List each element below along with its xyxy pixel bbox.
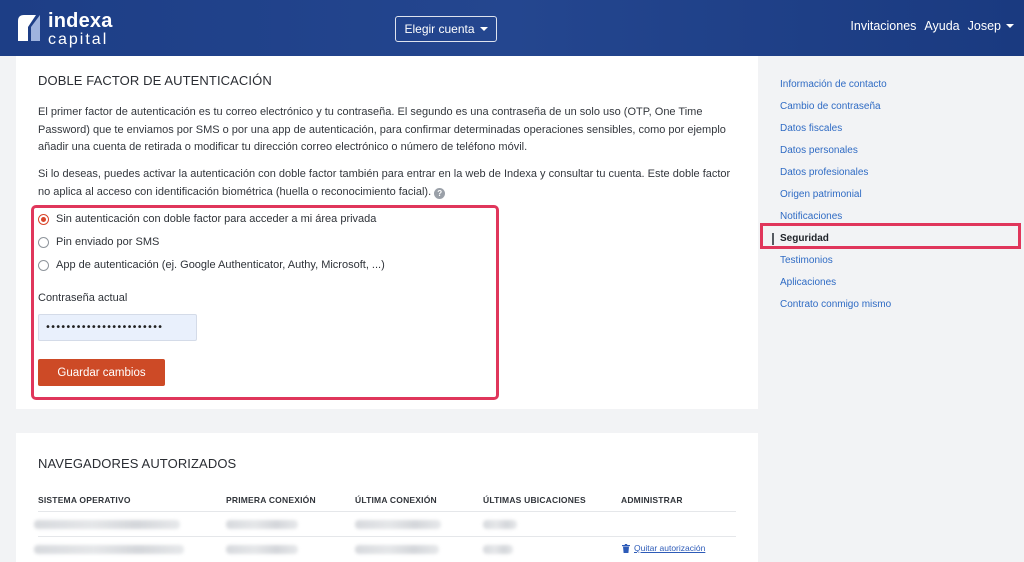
save-changes-button[interactable]: Guardar cambios [38,359,165,386]
caret-down-icon [479,27,488,31]
choose-account-dropdown[interactable]: Elegir cuenta [395,16,497,42]
settings-sidebar: Información de contacto Cambio de contra… [760,56,1024,562]
redacted-cell [483,520,517,529]
help-icon[interactable]: ? [434,187,446,199]
sidebar-item-tax-data[interactable]: Datos fiscales [780,123,842,134]
two-factor-description: El primer factor de autenticación es tu … [38,106,726,154]
revoke-authorization-label: Quitar autorización [634,543,706,553]
radio-auth-app[interactable] [38,259,49,271]
table-row: Quitar autorización [34,536,736,561]
current-password-label: Contraseña actual [38,292,128,304]
sidebar-item-personal-data[interactable]: Datos personales [780,145,858,156]
sidebar-item-self-contract[interactable]: Contrato conmigo mismo [780,299,891,310]
sidebar-item-professional-data[interactable]: Datos profesionales [780,167,868,178]
column-os: SISTEMA OPERATIVO [38,495,131,505]
revoke-authorization-link[interactable]: Quitar autorización [622,543,705,553]
authorized-browsers-table: SISTEMA OPERATIVO PRIMERA CONEXIÓN ÚLTIM… [34,493,736,561]
redacted-cell [226,545,298,554]
option-auth-app-label: App de autenticación (ej. Google Authent… [56,259,385,271]
user-name: Josep [967,19,1001,33]
column-last-locations: ÚLTIMAS UBICACIONES [483,495,586,505]
logo-word-capital: capital [48,30,109,48]
logo-word-indexa: indexa [48,9,113,32]
two-factor-login-text: Si lo deseas, puedes activar la autentic… [38,168,731,198]
two-factor-login-description: Si lo deseas, puedes activar la autentic… [38,166,738,201]
column-last-connection: ÚLTIMA CONEXIÓN [355,495,437,505]
two-factor-title: DOBLE FACTOR DE AUTENTICACIÓN [38,73,272,88]
redacted-cell [483,545,513,554]
radio-sms-pin[interactable] [38,236,49,248]
sidebar-item-applications[interactable]: Aplicaciones [780,277,836,288]
redacted-cell [34,520,180,529]
option-no-2fa[interactable]: Sin autenticación con doble factor para … [38,213,376,225]
radio-no-2fa[interactable] [38,213,49,225]
sidebar-item-change-password[interactable]: Cambio de contraseña [780,101,881,112]
nav-user-menu[interactable]: Josep [968,19,1014,33]
choose-account-label: Elegir cuenta [404,22,475,36]
authorized-browsers-card: NAVEGADORES AUTORIZADOS SISTEMA OPERATIV… [16,433,758,562]
authorized-browsers-title: NAVEGADORES AUTORIZADOS [38,456,237,471]
table-row [34,511,736,536]
top-header: indexa capital Elegir cuenta Invitacione… [0,0,1024,56]
security-highlight-frame [760,223,1021,249]
option-sms-pin[interactable]: Pin enviado por SMS [38,236,159,248]
indexa-logo-icon [18,15,40,41]
option-auth-app[interactable]: App de autenticación (ej. Google Authent… [38,259,385,271]
sidebar-item-testimonials[interactable]: Testimonios [780,255,833,266]
redacted-cell [226,520,298,529]
indexa-logo[interactable]: indexa capital [14,8,113,50]
column-manage: ADMINISTRAR [621,495,683,505]
top-nav: Invitaciones Ayuda Josep [850,19,1014,33]
redacted-cell [355,520,441,529]
nav-invitations[interactable]: Invitaciones [850,19,916,33]
sidebar-item-wealth-origin[interactable]: Origen patrimonial [780,189,862,200]
sidebar-item-contact-info[interactable]: Información de contacto [780,79,887,90]
nav-help[interactable]: Ayuda [924,19,959,33]
column-first-connection: PRIMERA CONEXIÓN [226,495,316,505]
option-sms-pin-label: Pin enviado por SMS [56,236,160,248]
trash-icon [622,543,630,553]
table-header: SISTEMA OPERATIVO PRIMERA CONEXIÓN ÚLTIM… [38,493,736,511]
sidebar-item-notifications[interactable]: Notificaciones [780,211,842,222]
two-factor-card: DOBLE FACTOR DE AUTENTICACIÓN El primer … [16,56,758,409]
caret-down-icon [1006,24,1014,28]
redacted-cell [34,545,184,554]
current-password-field[interactable] [38,314,197,341]
option-no-2fa-label: Sin autenticación con doble factor para … [56,213,377,225]
redacted-cell [355,545,439,554]
